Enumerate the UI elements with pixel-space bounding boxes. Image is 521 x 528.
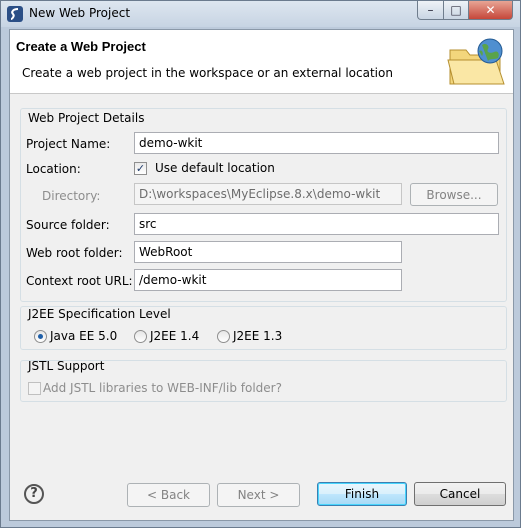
back-button: < Back [127,483,210,507]
finish-button[interactable]: Finish [317,482,407,506]
use-default-location-label[interactable]: Use default location [155,161,275,175]
help-icon[interactable]: ? [24,484,44,504]
jstl-support-group-label: JSTL Support [28,359,105,373]
dialog-window: New Web Project – □ ✕ Create a Web Proje… [0,0,521,528]
radio-j2ee-1-4[interactable] [134,330,147,343]
context-root-url-label: Context root URL: [26,274,133,288]
project-name-field[interactable]: demo-wkit [134,132,499,154]
dialog-content: Create a Web Project Create a web projec… [9,29,514,521]
window-title: New Web Project [29,6,131,20]
source-folder-label: Source folder: [26,218,110,232]
wizard-header: Create a Web Project Create a web projec… [10,30,513,94]
checkmark-icon: ✓ [135,162,146,175]
close-icon: ✕ [485,3,496,17]
wizard-description: Create a web project in the workspace or… [22,66,393,80]
project-details-group-label: Web Project Details [28,111,145,125]
close-button[interactable]: ✕ [468,1,513,20]
web-root-folder-field[interactable]: WebRoot [134,241,402,263]
project-name-label: Project Name: [26,137,111,151]
radio-java-ee-5[interactable] [34,330,47,343]
maximize-button[interactable]: □ [443,1,469,20]
directory-field: D:\workspaces\MyEclipse.8.x\demo-wkit [134,183,402,205]
folder-globe-icon [447,38,505,85]
minimize-icon: – [427,3,434,17]
context-root-url-field[interactable]: /demo-wkit [134,269,402,291]
browse-button: Browse... [410,183,498,206]
next-button: Next > [217,483,300,507]
title-bar[interactable]: New Web Project – □ ✕ [1,1,520,27]
location-label: Location: [26,162,81,176]
wizard-title: Create a Web Project [16,39,146,54]
source-folder-field[interactable]: src [134,213,499,235]
web-root-folder-label: Web root folder: [26,246,123,260]
cancel-button[interactable]: Cancel [414,482,506,506]
directory-label: Directory: [42,189,101,203]
add-jstl-label: Add JSTL libraries to WEB-INF/lib folder… [43,381,282,395]
add-jstl-checkbox [28,382,41,395]
radio-java-ee-5-label[interactable]: Java EE 5.0 [50,329,117,343]
use-default-location-checkbox[interactable]: ✓ [134,162,147,175]
radio-j2ee-1-3-label[interactable]: J2EE 1.3 [233,329,282,343]
radio-j2ee-1-4-label[interactable]: J2EE 1.4 [150,329,199,343]
j2ee-level-group-label: J2EE Specification Level [28,307,171,321]
radio-selected-indicator [38,334,43,339]
radio-j2ee-1-3[interactable] [217,330,230,343]
minimize-button[interactable]: – [417,1,444,20]
myeclipse-logo-icon [7,6,23,22]
maximize-icon: □ [450,3,462,17]
